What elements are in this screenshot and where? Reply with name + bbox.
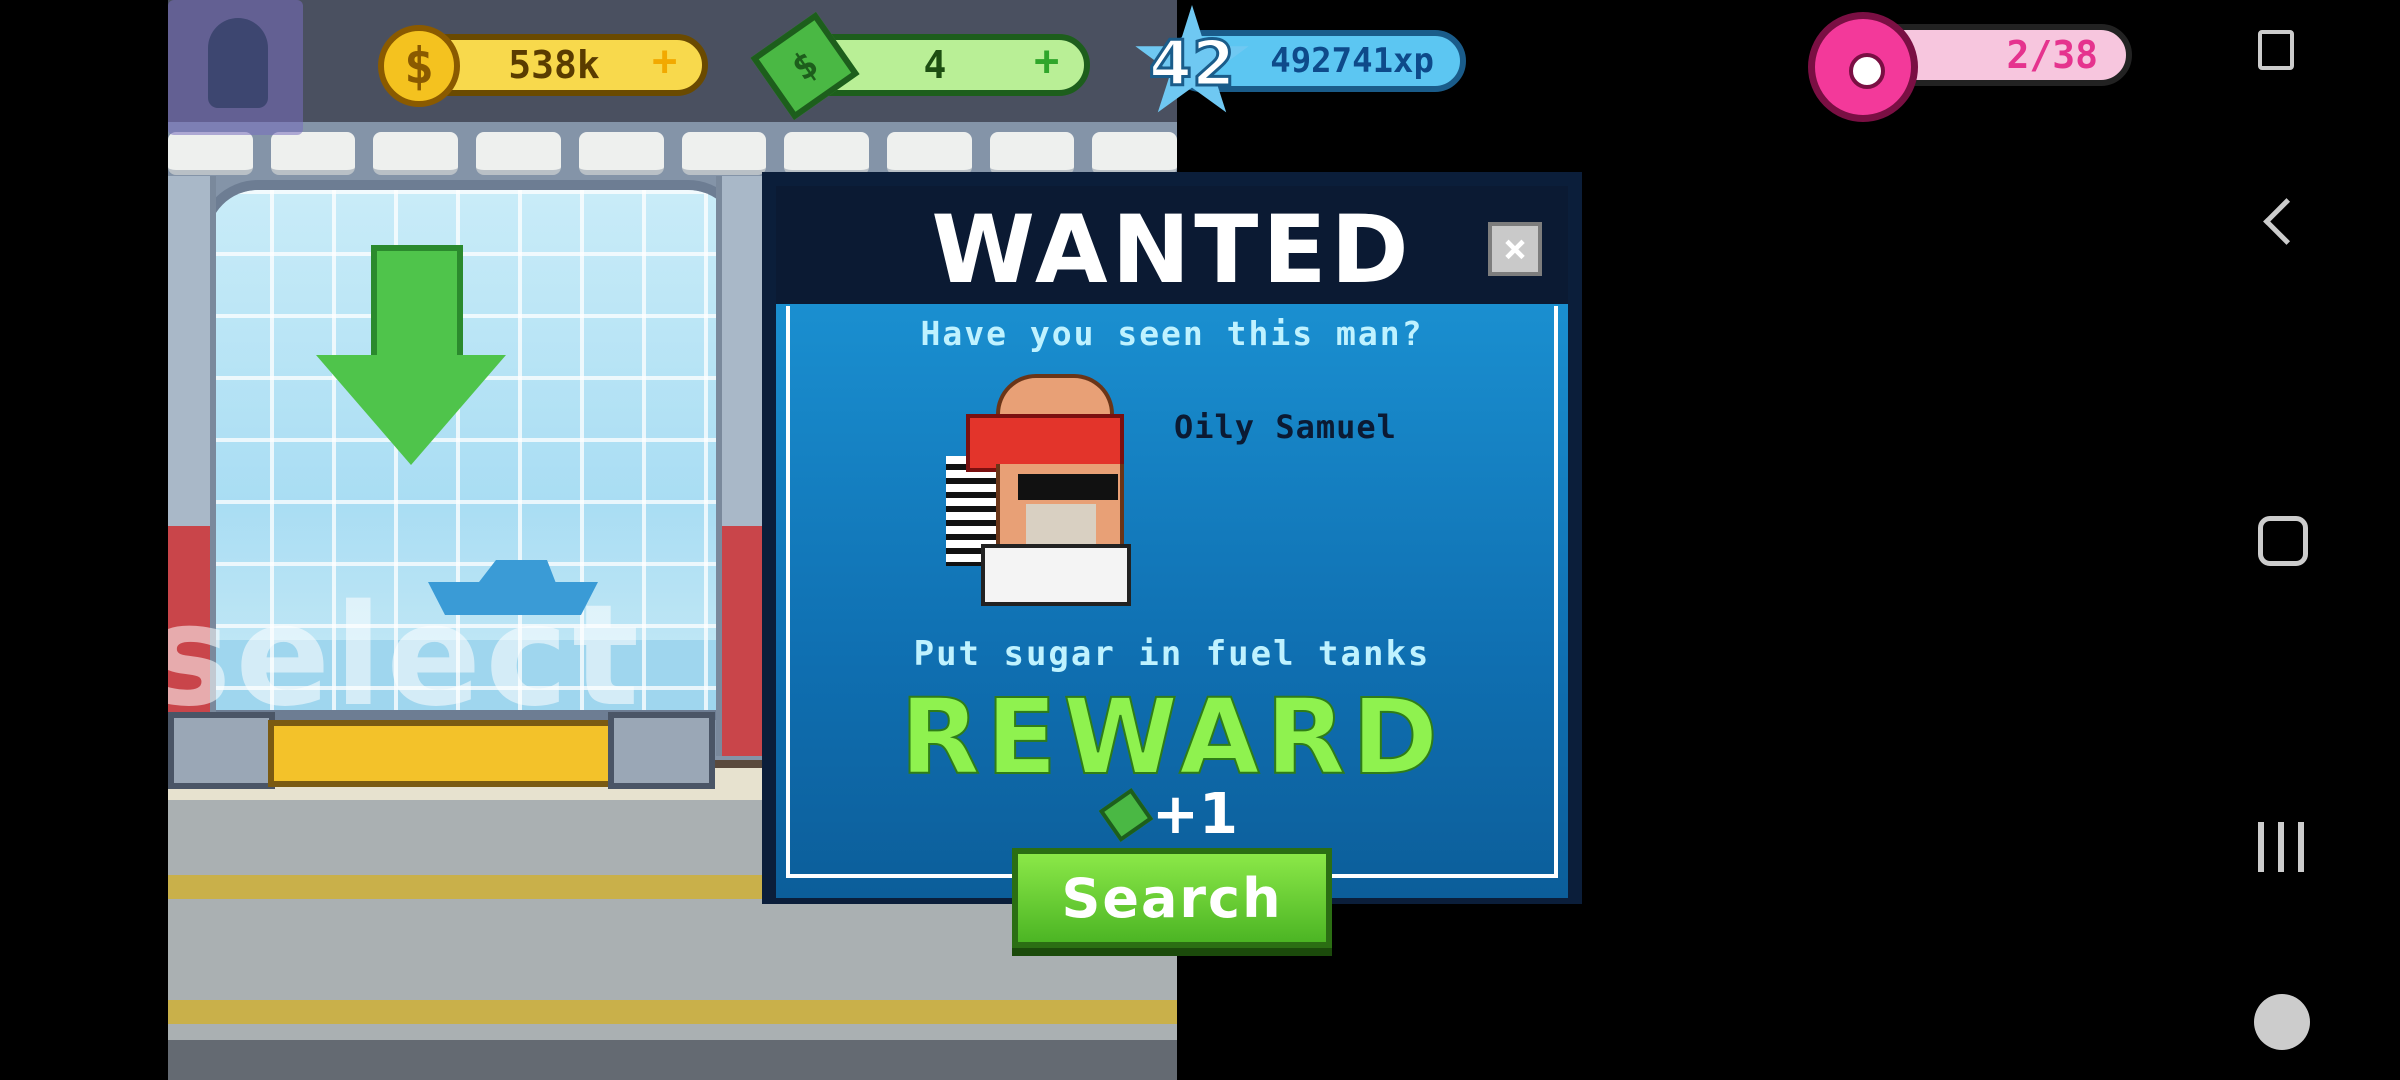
level-value: 42 (1147, 26, 1236, 102)
system-nav-bar (2178, 0, 2400, 1080)
train-car (608, 712, 715, 789)
game-tools-icon[interactable] (2254, 994, 2310, 1050)
dialog-question: Have you seen this man? (920, 314, 1424, 353)
donuts-value: 2/38 (2006, 33, 2098, 77)
level-star-icon: 42 (1133, 5, 1251, 123)
close-button[interactable]: × (1488, 222, 1542, 276)
reward-row: +1 (776, 782, 1568, 847)
coin-icon: $ (378, 25, 460, 107)
ceiling-lights (168, 132, 1177, 176)
add-coins-button[interactable]: + (652, 36, 677, 85)
cash-icon (1098, 787, 1154, 842)
coins-value: 538k (508, 43, 600, 87)
reward-amount: +1 (1152, 782, 1238, 847)
suspect-portrait (956, 374, 1136, 606)
add-cash-button[interactable]: + (1034, 36, 1059, 85)
donut-icon (1808, 12, 1918, 122)
reward-title: REWARD (899, 675, 1445, 799)
platform-bottom (168, 1040, 1177, 1080)
home-icon[interactable] (2258, 516, 2308, 566)
cash-value: 4 (923, 43, 947, 87)
screenshot-edit-icon[interactable] (2258, 30, 2294, 70)
recents-icon[interactable] (2258, 822, 2304, 872)
search-button[interactable]: Search (1012, 848, 1332, 948)
wanted-dialog: WANTED × Have you seen this man? Oily Sa… (768, 178, 1576, 898)
back-icon[interactable] (2263, 198, 2310, 245)
suspect-name: Oily Samuel (1174, 408, 1397, 446)
xp-value: 492741xp (1270, 41, 1434, 81)
pillar (716, 176, 774, 756)
down-arrow-icon (316, 245, 506, 475)
suspect-crime: Put sugar in fuel tanks (913, 634, 1431, 674)
train-car-selected[interactable] (268, 720, 615, 787)
train-car (168, 712, 275, 789)
player-avatar[interactable] (168, 0, 303, 135)
dialog-title: WANTED (931, 196, 1413, 305)
